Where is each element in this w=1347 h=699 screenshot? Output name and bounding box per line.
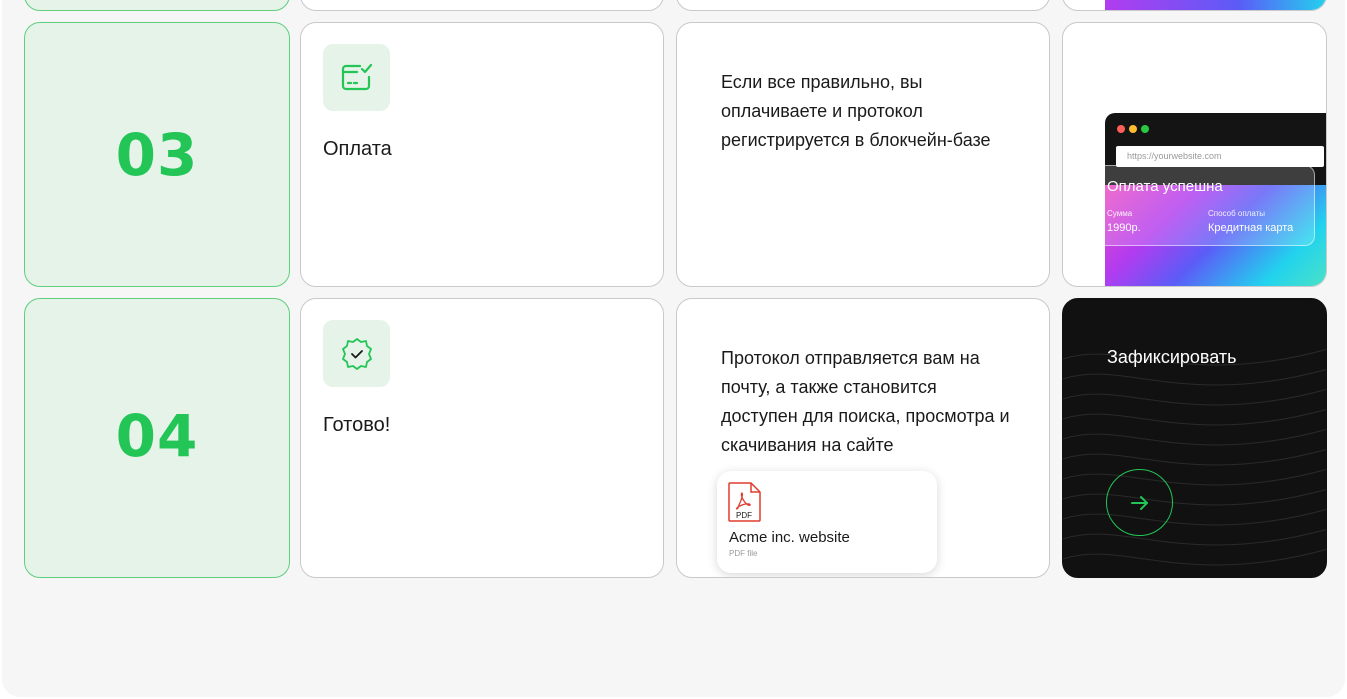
description-line: регистрируется в блокчейн-базе	[721, 130, 991, 150]
description-line: скачивания на сайте	[721, 435, 894, 455]
step-description: Если все правильно, вы оплачиваете и про…	[721, 68, 1049, 155]
step-02-preview-card	[1062, 0, 1327, 11]
step-04-title-card: Готово!	[300, 298, 664, 578]
description-line: оплачиваете и протокол	[721, 101, 923, 121]
file-name: Acme inc. website	[729, 529, 850, 546]
step-04-description-card: Протокол отправляется вам на почту, а та…	[676, 298, 1050, 578]
step-04-number-card: 04	[24, 298, 290, 578]
step-03-description-card: Если все правильно, вы оплачиваете и про…	[676, 22, 1050, 287]
description-line: доступен для поиска, просмотра и	[721, 406, 1010, 426]
step-03-preview-card: https://yourwebsite.com Оплата успешна С…	[1062, 22, 1327, 287]
step-number: 03	[115, 121, 199, 189]
cta-card[interactable]: Зафиксировать	[1062, 298, 1327, 578]
step-03-number-card: 03	[24, 22, 290, 287]
payment-status-title: Оплата успешна	[1107, 178, 1223, 195]
step-02-description-card	[676, 0, 1050, 11]
step-02-title-card	[300, 0, 664, 11]
description-line: почту, а также становится	[721, 377, 937, 397]
arrow-right-button[interactable]	[1106, 469, 1173, 536]
step-title: Оплата	[323, 138, 392, 160]
arrow-right-icon	[1131, 496, 1148, 510]
description-line: Протокол отправляется вам на	[721, 348, 980, 368]
step-02-number-card	[24, 0, 290, 11]
payment-method-label: Способ оплаты	[1208, 209, 1266, 218]
step-number: 04	[115, 402, 199, 470]
amount-value: 1990р.	[1107, 222, 1141, 234]
description-line: Если все правильно, вы	[721, 72, 923, 92]
window-minimize-dot	[1129, 125, 1137, 133]
file-type: PDF file	[729, 549, 758, 558]
window-close-dot	[1117, 125, 1125, 133]
step-title: Готово!	[323, 414, 391, 436]
wave-pattern-decoration	[1063, 348, 1326, 566]
window-maximize-dot	[1141, 125, 1149, 133]
payment-success-panel: Оплата успешна Сумма 1990р. Способ оплат…	[1095, 165, 1315, 246]
card-check-icon	[323, 44, 390, 111]
step-description: Протокол отправляется вам на почту, а та…	[721, 344, 1049, 460]
payment-method-value: Кредитная карта	[1208, 222, 1294, 234]
step-02-preview-gradient	[1105, 0, 1326, 10]
browser-url-bar: https://yourwebsite.com	[1116, 146, 1324, 167]
step-03-title-card: Оплата	[300, 22, 664, 287]
cta-label: Зафиксировать	[1107, 347, 1237, 367]
pdf-file-icon: PDF	[728, 482, 761, 522]
verified-badge-icon	[323, 320, 390, 387]
amount-label: Сумма	[1107, 209, 1133, 218]
pdf-badge: PDF	[736, 511, 752, 520]
pdf-file-card[interactable]: PDF Acme inc. website PDF file	[717, 471, 937, 573]
